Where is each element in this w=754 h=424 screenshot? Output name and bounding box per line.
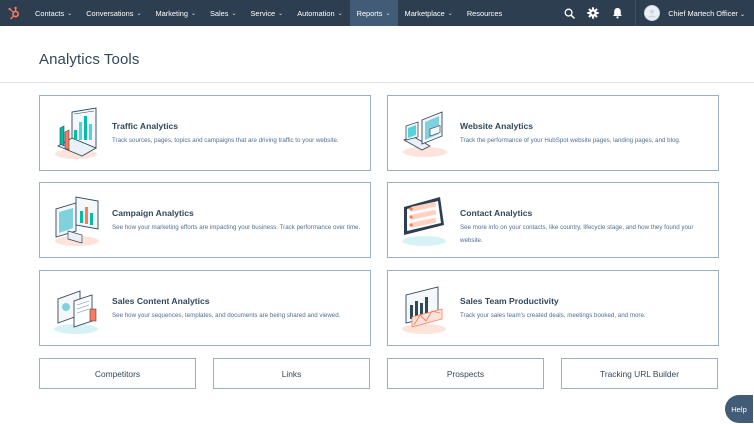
button-label: Competitors [94, 368, 141, 379]
sales-team-illustration [402, 286, 446, 334]
card-sales-content-analytics[interactable]: Sales Content Analytics See how your seq… [39, 270, 371, 346]
nav-contacts[interactable]: Contacts ⌄ [28, 0, 79, 26]
card-website-analytics[interactable]: Website Analytics Track the performance … [387, 95, 719, 171]
avatar[interactable] [644, 5, 661, 21]
prospects-button[interactable]: Prospects [387, 358, 544, 389]
nav-service[interactable]: Service ⌄ [244, 0, 291, 26]
nav-label: Reports [356, 8, 383, 18]
nav-conversations[interactable]: Conversations ⌄ [79, 0, 148, 26]
campaign-analytics-illustration [55, 196, 99, 246]
account-menu[interactable]: Chief Martech Officer ⌄ [668, 9, 745, 18]
competitors-button[interactable]: Competitors [39, 358, 196, 389]
card-sales-team-productivity[interactable]: Sales Team Productivity Track your sales… [387, 270, 719, 346]
search-icon[interactable] [557, 0, 581, 26]
card-description: See how your marketing efforts are impac… [112, 224, 361, 231]
chevron-down-icon: ⌄ [385, 10, 391, 17]
traffic-analytics-illustration [55, 107, 97, 159]
links-button[interactable]: Links [213, 358, 370, 389]
button-label: Links [281, 368, 302, 379]
hubspot-logo-icon[interactable] [0, 0, 28, 26]
chevron-down-icon: ⌄ [67, 10, 73, 17]
nav-label: Service [250, 8, 276, 18]
nav-marketplace[interactable]: Marketplace ⌄ [398, 0, 460, 26]
nav-label: Marketing [155, 8, 188, 18]
website-analytics-illustration [403, 111, 447, 157]
chevron-down-icon: ⌄ [231, 10, 237, 17]
card-title: Contact Analytics [460, 208, 533, 218]
nav-resources[interactable]: Resources [460, 0, 509, 26]
button-label: Tracking URL Builder [600, 368, 679, 379]
chevron-down-icon: ⌄ [278, 10, 284, 17]
nav-label: Sales [209, 8, 229, 18]
card-description: Track the performance of your HubSpot we… [460, 137, 681, 144]
chevron-down-icon: ⌄ [447, 10, 453, 17]
card-title: Website Analytics [460, 121, 534, 131]
nav-automation[interactable]: Automation ⌄ [290, 0, 349, 26]
card-title: Traffic Analytics [112, 121, 179, 131]
nav-label: Conversations [86, 8, 134, 18]
nav-divider [635, 0, 637, 26]
card-description: See more info on your contacts, like cou… [460, 224, 694, 244]
tracking-url-builder-button[interactable]: Tracking URL Builder [561, 358, 718, 389]
contact-analytics-illustration [402, 197, 446, 246]
help-label: Help [731, 404, 747, 414]
nav-label: Resources [466, 8, 503, 18]
nav-sales[interactable]: Sales ⌄ [203, 0, 244, 26]
user-name: Chief Martech Officer [668, 8, 738, 18]
page-title: Analytics Tools [39, 51, 140, 68]
card-description: Track sources, pages, topics and campaig… [112, 137, 339, 144]
nav-label: Contacts [35, 8, 65, 18]
card-traffic-analytics[interactable]: Traffic Analytics Track sources, pages, … [39, 95, 371, 171]
button-label: Prospects [446, 368, 485, 379]
nav-utilities: Chief Martech Officer ⌄ [557, 0, 754, 26]
nav-label: Marketplace [404, 8, 445, 18]
card-description: Track your sales team's created deals, m… [460, 312, 646, 319]
card-description: See how your sequences, templates, and d… [112, 312, 341, 319]
card-title: Sales Team Productivity [460, 296, 559, 306]
card-contact-analytics[interactable]: Contact Analytics See more info on your … [387, 182, 719, 258]
gear-icon[interactable] [581, 0, 605, 26]
top-navigation: Contacts ⌄ Conversations ⌄ Marketing ⌄ Sale… [0, 0, 754, 26]
card-title: Campaign Analytics [112, 208, 194, 218]
card-title: Sales Content Analytics [112, 296, 210, 306]
nav-reports[interactable]: Reports ⌄ [349, 0, 398, 26]
chevron-down-icon: ⌄ [136, 10, 142, 17]
nav-marketing[interactable]: Marketing ⌄ [148, 0, 202, 26]
chevron-down-icon: ⌄ [337, 10, 343, 17]
page-header: Analytics Tools [0, 26, 754, 83]
nav-label: Automation [297, 8, 335, 18]
help-button[interactable]: Help [725, 395, 753, 423]
chevron-down-icon: ⌄ [190, 10, 196, 17]
sales-content-illustration [54, 290, 98, 334]
bell-icon[interactable] [605, 0, 629, 26]
card-campaign-analytics[interactable]: Campaign Analytics See how your marketin… [39, 182, 371, 258]
chevron-down-icon: ⌄ [739, 11, 745, 18]
